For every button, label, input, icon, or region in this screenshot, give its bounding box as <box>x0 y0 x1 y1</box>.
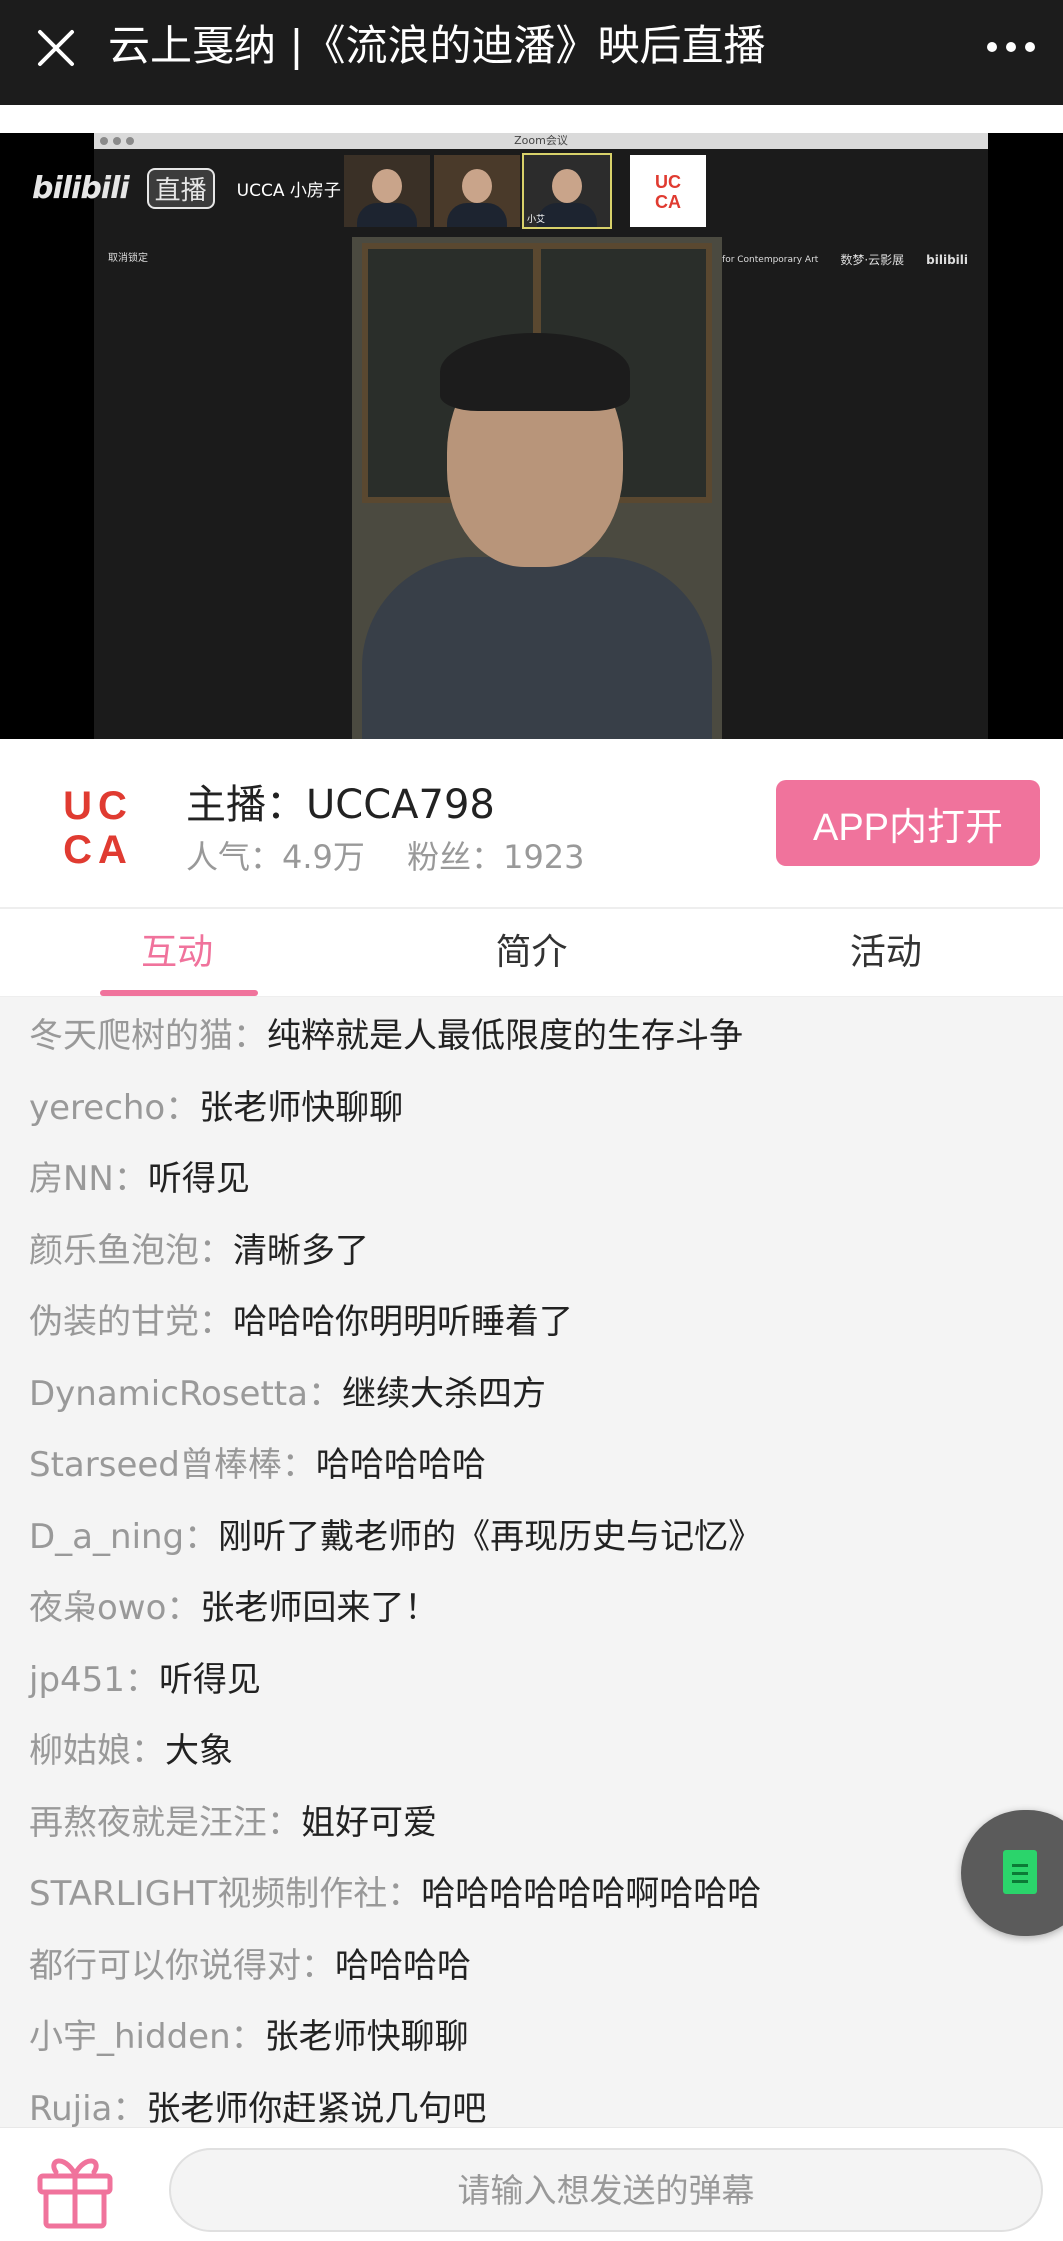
chat-user: 小宇_hidden： <box>29 2017 265 2058</box>
chat-text: 姐好可爱 <box>301 1802 437 1843</box>
chat-user: 冬天爬树的猫： <box>29 1016 267 1057</box>
tab-activity[interactable]: 活动 <box>709 909 1063 996</box>
chat-text: 张老师回来了！ <box>200 1588 439 1629</box>
chat-message: STARLIGHT视频制作社： 哈哈哈哈哈哈啊哈哈哈 <box>0 1855 1063 1927</box>
chat-user: jp451： <box>29 1659 159 1700</box>
video-player[interactable]: Zoom会议 小艾 UC CA 取消锁定 UCCA Center for Con… <box>0 133 1063 739</box>
close-button[interactable] <box>28 20 84 76</box>
danmaku-input[interactable] <box>169 2148 1043 2232</box>
svg-text:UC: UC <box>655 172 681 192</box>
chat-text: 哈哈哈哈 <box>335 1945 471 1986</box>
chat-message: 伪装的甘党： 哈哈哈你明明听睡着了 <box>0 1283 1063 1355</box>
chat-message: 颜乐鱼泡泡： 清晰多了 <box>0 1212 1063 1284</box>
chat-message: Rujia： 张老师你赶紧说几句吧 <box>0 2070 1063 2127</box>
chat-message: DynamicRosetta： 继续大杀四方 <box>0 1355 1063 1427</box>
more-dots-icon <box>987 42 1035 52</box>
chat-user: 都行可以你说得对： <box>29 1945 335 1986</box>
chat-user: 柳姑娘： <box>29 1731 165 1772</box>
title-bar: 云上戛纳 |《流浪的迪潘》映后直播 <box>0 0 1063 105</box>
sponsor-bilibili: bilibili <box>926 252 968 267</box>
chat-message: 再熬夜就是汪汪： 姐好可爱 <box>0 1784 1063 1856</box>
chat-message: 都行可以你说得对： 哈哈哈哈 <box>0 1927 1063 1999</box>
participant-name: 小艾 <box>527 215 546 225</box>
chat-text: 清晰多了 <box>233 1230 369 1271</box>
chat-user: yerecho： <box>29 1087 200 1128</box>
chat-text: 继续大杀四方 <box>341 1373 546 1414</box>
streamer-info: UC CA 主播：UCCA798 人气：4.9万 粉丝：1923 APP内打开 <box>0 739 1063 909</box>
ucca-tile-logo: UC CA <box>630 155 706 227</box>
gift-icon <box>37 2158 113 2229</box>
live-badge: 直播 <box>146 168 215 209</box>
chat-text: 刚听了戴老师的《再现历史与记忆》 <box>218 1516 763 1557</box>
popularity-count: 人气：4.9万 <box>186 838 365 876</box>
room-label: UCCA 小房子 <box>236 181 341 201</box>
chat-text: 张老师快聊聊 <box>264 2017 469 2058</box>
participant-thumb <box>344 155 430 227</box>
tab-bar: 互动 简介 活动 <box>0 909 1063 997</box>
chat-user: D_a_ning： <box>29 1516 219 1557</box>
chat-text: 听得见 <box>158 1659 261 1700</box>
svg-text:UC: UC <box>63 784 133 828</box>
streamer-avatar[interactable]: UC CA <box>52 779 144 872</box>
bilibili-live-watermark: bilibili 直播 UCCA 小房子 <box>32 168 341 209</box>
host-name: 主播：UCCA798 <box>186 782 495 828</box>
chat-user: 夜枭owo： <box>29 1588 201 1629</box>
chat-message: Starseed曾棒棒： 哈哈哈哈哈 <box>0 1426 1063 1498</box>
close-icon <box>38 30 74 66</box>
chat-user: 颜乐鱼泡泡： <box>29 1230 233 1271</box>
chat-text: 哈哈哈哈哈 <box>315 1445 486 1486</box>
chat-message: 夜枭owo： 张老师回来了！ <box>0 1569 1063 1641</box>
chat-text: 张老师你赶紧说几句吧 <box>146 2088 487 2127</box>
chat-text: 纯粹就是人最低限度的生存斗争 <box>267 1016 743 1057</box>
participant-thumb <box>434 155 520 227</box>
chat-user: 再熬夜就是汪汪： <box>29 1802 301 1843</box>
tab-interaction[interactable]: 互动 <box>0 909 354 996</box>
chat-message: 房NN： 听得见 <box>0 1140 1063 1212</box>
fans-count: 粉丝：1923 <box>407 838 585 876</box>
chat-text: 听得见 <box>147 1159 250 1200</box>
svg-text:CA: CA <box>655 192 681 212</box>
chat-message: D_a_ning： 刚听了戴老师的《再现历史与记忆》 <box>0 1498 1063 1570</box>
zoom-window: Zoom会议 小艾 UC CA 取消锁定 UCCA Center for Con… <box>94 133 988 739</box>
chat-user: STARLIGHT视频制作社： <box>29 1874 422 1915</box>
danmaku-input-bar <box>0 2127 1063 2241</box>
participant-thumb-active: 小艾 <box>522 153 612 229</box>
header-strip <box>0 105 1063 133</box>
chat-message: 冬天爬树的猫： 纯粹就是人最低限度的生存斗争 <box>0 997 1063 1069</box>
chat-message: 小宇_hidden： 张老师快聊聊 <box>0 1998 1063 2070</box>
chat-user: 伪装的甘党： <box>29 1302 233 1343</box>
chat-message: 柳姑娘： 大象 <box>0 1712 1063 1784</box>
participant-thumbnails: 小艾 UC CA <box>344 153 706 229</box>
page-title: 云上戛纳 |《流浪的迪潘》映后直播 <box>108 21 766 70</box>
zoom-titlebar: Zoom会议 <box>94 133 988 149</box>
chat-user: Rujia： <box>29 2088 147 2127</box>
chat-text: 哈哈哈哈哈哈啊哈哈哈 <box>421 1874 762 1915</box>
sponsor-shumeng: 数梦·云影展 <box>840 253 905 267</box>
cancel-lock-label: 取消锁定 <box>108 253 148 264</box>
gift-button[interactable] <box>32 2150 118 2230</box>
zoom-title: Zoom会议 <box>514 134 568 147</box>
streamer-stats: 人气：4.9万 粉丝：1923 <box>186 835 617 879</box>
chat-message: jp451： 听得见 <box>0 1641 1063 1713</box>
bilibili-logo: bilibili <box>32 171 130 206</box>
more-button[interactable] <box>981 22 1041 72</box>
tab-intro[interactable]: 简介 <box>354 909 708 996</box>
chat-user: Starseed曾棒棒： <box>29 1445 316 1486</box>
danmaku-chat-list[interactable]: 冬天爬树的猫： 纯粹就是人最低限度的生存斗争 yerecho： 张老师快聊聊 房NN… <box>0 997 1063 2127</box>
chat-user: DynamicRosetta： <box>29 1373 342 1414</box>
chat-message: yerecho： 张老师快聊聊 <box>0 1069 1063 1141</box>
chat-user: 房NN： <box>29 1159 148 1200</box>
document-icon <box>1003 1850 1037 1894</box>
svg-text:CA: CA <box>63 828 133 871</box>
speaker-video <box>352 237 722 739</box>
chat-text: 大象 <box>165 1731 233 1772</box>
chat-text: 张老师快聊聊 <box>199 1087 404 1128</box>
open-in-app-button[interactable]: APP内打开 <box>776 780 1040 866</box>
chat-text: 哈哈哈你明明听睡着了 <box>233 1302 573 1343</box>
